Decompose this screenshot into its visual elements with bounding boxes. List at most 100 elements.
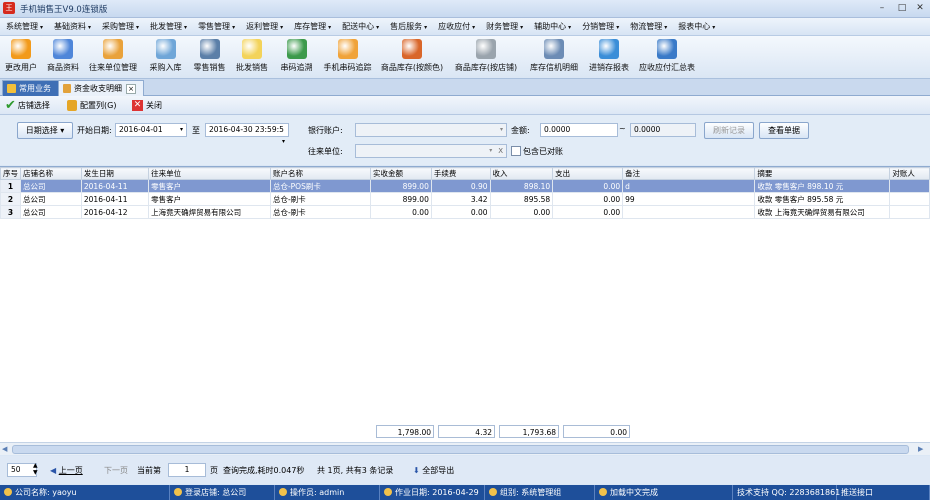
- toolbar-button-5[interactable]: 批发销售: [230, 36, 274, 78]
- query-button[interactable]: 查看单据: [759, 122, 809, 139]
- cell-date: 2016-04-11: [80, 192, 150, 206]
- scroll-left-icon[interactable]: ◀: [2, 445, 7, 453]
- bar-chart-icon: [53, 39, 73, 59]
- store-select-button[interactable]: ✔ 店铺选择: [2, 97, 64, 113]
- tab-fund-detail[interactable]: 资金收支明细 ×: [58, 80, 144, 96]
- toolbar: 更改用户 商品资料 往来单位管理 采购入库 零售销售 批发销售 串码追溯 手机串码追踪 商品库存…: [0, 36, 930, 79]
- menu-item-12[interactable]: 分销管理 ▾: [576, 21, 624, 32]
- minimize-button[interactable]: –: [875, 2, 889, 14]
- status-field-3: 作业日期: 2016-04-29: [380, 485, 485, 500]
- menu-item-9[interactable]: 应收应付 ▾: [432, 21, 480, 32]
- menu-item-label: 基础资料: [54, 22, 87, 31]
- column-header-11[interactable]: 对账人: [889, 167, 930, 180]
- column-header-1[interactable]: 店铺名称: [20, 167, 82, 180]
- toolbar-button-1[interactable]: 商品资料: [42, 36, 84, 78]
- column-header-9[interactable]: 备注: [622, 167, 756, 180]
- menu-item-3[interactable]: 批发管理 ▾: [144, 21, 192, 32]
- cell-store: 总公司: [20, 179, 82, 193]
- menu-item-13[interactable]: 物流管理 ▾: [624, 21, 672, 32]
- column-header-0[interactable]: 序号: [0, 167, 21, 180]
- tab-home[interactable]: 常用业务: [2, 80, 64, 96]
- toolbar-button-8[interactable]: 商品库存(按颜色): [376, 36, 448, 78]
- column-header-7[interactable]: 收入: [489, 167, 554, 180]
- column-header-6[interactable]: 手续费: [430, 167, 491, 180]
- prev-arrow-icon: ◀: [50, 466, 57, 475]
- store-icon: [174, 488, 182, 496]
- app-logo-icon: 王: [3, 2, 15, 14]
- toolbar-button-2[interactable]: 往来单位管理: [84, 36, 142, 78]
- column-header-5[interactable]: 实收金额: [369, 167, 432, 180]
- partner-field[interactable]: X ▾: [355, 144, 507, 158]
- column-header-8[interactable]: 支出: [552, 167, 624, 180]
- end-date-field[interactable]: 2016-04-30 23:59:5 ▾: [205, 123, 289, 145]
- menu-item-7[interactable]: 配送中心 ▾: [336, 21, 384, 32]
- menu-item-11[interactable]: 辅助中心 ▾: [528, 21, 576, 32]
- toolbar-button-9[interactable]: 商品库存(按店铺): [448, 36, 524, 78]
- column-header-2[interactable]: 发生日期: [80, 167, 150, 180]
- menu-item-label: 售后服务: [390, 22, 423, 31]
- chevron-down-icon: ▾: [424, 24, 428, 31]
- table-row[interactable]: 2 总公司 2016-04-11 零售客户 总仓-刷卡 899.00 3.42 895.58 0…: [0, 192, 930, 206]
- toolbar-button-3[interactable]: 采购入库: [142, 36, 189, 78]
- config-columns-button[interactable]: 配置列(G): [64, 97, 130, 113]
- amount-to-field[interactable]: 0.0000: [630, 123, 696, 137]
- chevron-down-icon: ▾: [568, 24, 572, 31]
- reconciled-checkbox[interactable]: [511, 146, 521, 156]
- window-title: 手机销售王V9.0连锁版: [20, 5, 108, 15]
- status-text: 登录店铺: 总公司: [185, 488, 247, 497]
- table-row[interactable]: 1 总公司 2016-04-11 零售客户 总仓-POS刷卡 899.00 0.90 898.…: [0, 179, 930, 193]
- column-header-4[interactable]: 账户名称: [269, 167, 371, 180]
- maximize-button[interactable]: □: [895, 2, 909, 14]
- next-page-button[interactable]: 下一页: [104, 465, 128, 476]
- amount-from-field[interactable]: 0.0000: [540, 123, 618, 137]
- close-window-button[interactable]: ✕: [913, 2, 927, 14]
- start-date-field[interactable]: 2016-04-01 ▾: [115, 123, 187, 137]
- toolbar-button-10[interactable]: 库存信机明细: [524, 36, 584, 78]
- chevron-down-icon: ▾: [179, 126, 183, 133]
- scroll-right-icon[interactable]: ▶: [918, 445, 923, 453]
- table-row[interactable]: 3 总公司 2016-04-12 上海竟天确焊贸易有限公司 总仓-刷卡 0.00 0.00 0…: [0, 205, 930, 219]
- menu-item-2[interactable]: 采购管理 ▾: [96, 21, 144, 32]
- menu-item-5[interactable]: 返利管理 ▾: [240, 21, 288, 32]
- menu-item-label: 返利管理: [246, 22, 279, 31]
- refresh-button[interactable]: 刷新记录: [704, 122, 754, 139]
- page-size-spinner-icon[interactable]: ▲ ▼: [33, 462, 38, 476]
- current-page-field[interactable]: 1: [168, 463, 206, 477]
- toolbar-button-label: 进销存报表: [589, 63, 629, 72]
- menu-item-0[interactable]: 系统管理 ▾: [0, 21, 48, 32]
- status-field-6: 技术支持 QQ: 2283681861: [733, 485, 840, 500]
- fund-detail-table: 序号 店铺名称 发生日期 往来单位 账户名称 实收金额 手续费 收入 支出 备注 摘要 对账人 1 总公…: [0, 167, 930, 219]
- menu-item-6[interactable]: 库存管理 ▾: [288, 21, 336, 32]
- toolbar-button-0[interactable]: 更改用户: [0, 36, 42, 78]
- menu-item-1[interactable]: 基础资料 ▾: [48, 21, 96, 32]
- cell-account: 总仓-刷卡: [269, 205, 371, 219]
- date-mode-dropdown[interactable]: 日期选择 ▾: [17, 122, 73, 139]
- export-all-button[interactable]: ⬇ 全部导出: [413, 465, 454, 476]
- cell-note: [622, 205, 756, 219]
- menu-item-4[interactable]: 零售管理 ▾: [192, 21, 240, 32]
- clear-icon[interactable]: X: [498, 145, 503, 157]
- bank-account-field[interactable]: ▾: [355, 123, 507, 137]
- scroll-thumb[interactable]: [12, 445, 909, 454]
- chevron-down-icon: ▾: [489, 147, 493, 154]
- toolbar-button-4[interactable]: 零售销售: [189, 36, 230, 78]
- toolbar-button-label: 商品资料: [47, 63, 79, 72]
- column-header-10[interactable]: 摘要: [754, 167, 891, 180]
- menu-item-8[interactable]: 售后服务 ▾: [384, 21, 432, 32]
- group-icon: [489, 488, 497, 496]
- prev-page-button[interactable]: ◀ 上一页: [50, 465, 83, 476]
- toolbar-button-12[interactable]: 应收应付汇总表: [634, 36, 700, 78]
- cell-checker: [889, 192, 930, 206]
- toolbar-button-11[interactable]: 进销存报表: [584, 36, 634, 78]
- toolbar-button-6[interactable]: 串码追溯: [274, 36, 319, 78]
- filter-panel: 日期选择 ▾ 开始日期: 2016-04-01 ▾ 至 2016-04-30 2…: [0, 115, 930, 165]
- column-header-3[interactable]: 往来单位: [148, 167, 271, 180]
- cell-received: 899.00: [369, 192, 432, 206]
- horizontal-scrollbar[interactable]: ◀ ▶: [0, 442, 930, 455]
- cell-date: 2016-04-11: [80, 179, 150, 193]
- tab-close-icon[interactable]: ×: [126, 83, 136, 94]
- toolbar-button-7[interactable]: 手机串码追踪: [319, 36, 376, 78]
- menu-item-10[interactable]: 财务管理 ▾: [480, 21, 528, 32]
- close-button[interactable]: ✕ 关闭: [129, 97, 175, 113]
- menu-item-14[interactable]: 报表中心 ▾: [672, 21, 720, 32]
